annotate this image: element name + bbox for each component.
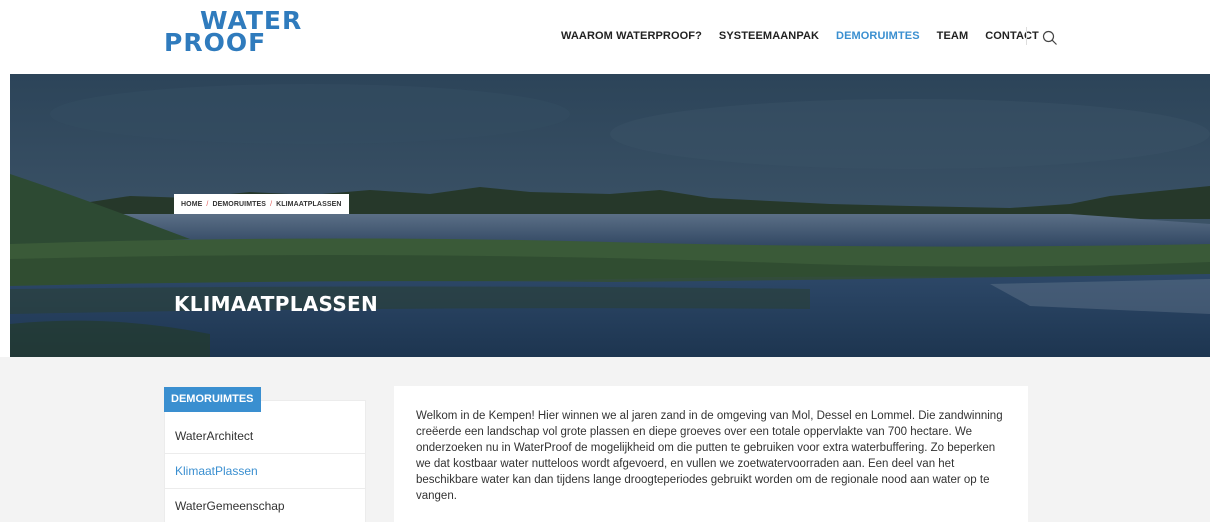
waterproof-logo[interactable]: WATER PROOF: [164, 8, 301, 66]
sidebar-list: WaterArchitect KlimaatPlassen WaterGemee…: [164, 400, 366, 522]
nav-item-team[interactable]: TEAM: [937, 30, 969, 42]
sidebar-heading: DEMORUIMTES: [164, 387, 261, 412]
nav-item-waarom[interactable]: WAAROM WATERPROOF?: [561, 30, 702, 42]
nav-item-contact[interactable]: CONTACT: [985, 30, 1039, 42]
nav-item-demoruimtes[interactable]: DEMORUIMTES: [836, 30, 920, 42]
page-title: KLIMAATPLASSEN: [174, 292, 379, 316]
hero-banner: HOME / DEMORUIMTES / KLIMAATPLASSEN KLIM…: [10, 74, 1210, 357]
sidebar-item-watergemeenschap[interactable]: WaterGemeenschap: [165, 489, 365, 522]
content-card: Welkom in de Kempen! Hier winnen we al j…: [394, 386, 1028, 522]
nav-divider: [1026, 27, 1027, 45]
breadcrumb: HOME / DEMORUIMTES / KLIMAATPLASSEN: [174, 194, 349, 214]
logo-line-2: PROOF: [164, 28, 267, 57]
breadcrumb-current: KLIMAATPLASSEN: [276, 200, 342, 208]
search-icon[interactable]: [1042, 30, 1058, 46]
intro-paragraph: Welkom in de Kempen! Hier winnen we al j…: [416, 410, 1003, 502]
breadcrumb-separator: /: [206, 200, 209, 208]
sidebar-item-klimaatplassen[interactable]: KlimaatPlassen: [165, 454, 365, 489]
nav-item-systeemaanpak[interactable]: SYSTEEMAANPAK: [719, 30, 819, 42]
breadcrumb-separator: /: [270, 200, 273, 208]
breadcrumb-home[interactable]: HOME: [181, 201, 202, 208]
main-nav: WAAROM WATERPROOF? SYSTEEMAANPAK DEMORUI…: [561, 30, 1056, 42]
sidebar-item-waterarchitect[interactable]: WaterArchitect: [165, 419, 365, 454]
site-header: WATER PROOF WAAROM WATERPROOF? SYSTEEMAA…: [0, 0, 1210, 74]
breadcrumb-demoruimtes[interactable]: DEMORUIMTES: [212, 201, 266, 208]
